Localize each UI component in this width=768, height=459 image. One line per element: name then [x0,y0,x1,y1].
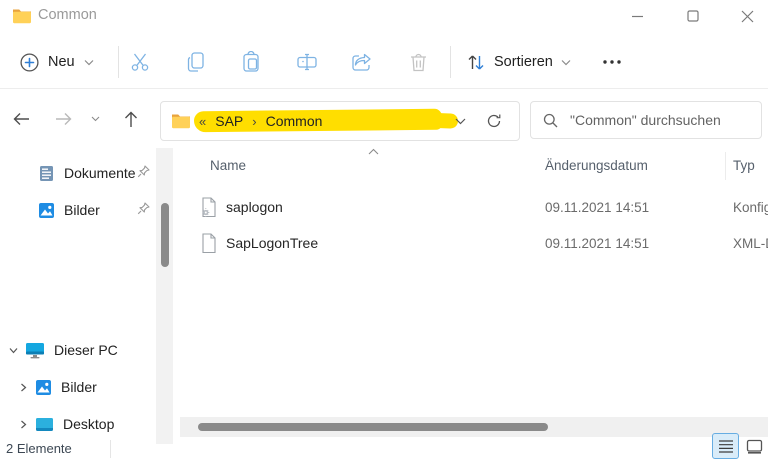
file-modified-date: 09.11.2021 14:51 [545,235,650,251]
picture-icon [38,202,55,219]
toolbar-separator [450,46,451,78]
rename-button[interactable] [290,46,324,78]
refresh-icon[interactable] [481,109,507,133]
share-icon [351,52,373,72]
sidebar-item-bilder-tree[interactable]: Bilder [18,374,168,400]
chevron-right-icon[interactable] [18,382,29,393]
sidebar-item-dieser-pc[interactable]: Dieser PC [8,337,168,363]
sort-ascending-caret-icon [368,148,379,155]
delete-button[interactable] [401,46,435,78]
chevron-down-icon [561,59,571,66]
toolbar: Neu Sortieren [0,38,768,89]
breadcrumb-collapse-chevrons[interactable]: « [199,114,206,129]
rename-icon [296,52,318,72]
computer-icon [25,342,45,359]
back-button[interactable] [6,104,36,134]
file-name: saplogon [226,199,283,215]
sidebar-item-label: Bilder [61,379,97,395]
file-row-saplogon[interactable]: saplogon 09.11.2021 14:51 Konfig [188,190,768,224]
folder-icon [12,7,32,24]
chevron-down-icon[interactable] [8,345,19,356]
breadcrumb-segment-common[interactable]: Common [266,113,323,129]
file-list: Name Änderungsdatum Typ saplogon 09.11.2… [180,148,768,438]
up-button[interactable] [116,104,146,134]
search-input[interactable] [568,111,753,129]
column-header-name[interactable]: Name [210,158,246,173]
sidebar-item-desktop[interactable]: Desktop [18,411,168,437]
picture-icon [35,379,52,396]
xml-file-icon [200,232,217,254]
folder-icon [171,112,191,129]
forward-button[interactable] [48,104,78,134]
new-button[interactable]: Neu [10,44,104,80]
navigation-bar: « SAP › Common [0,94,768,146]
address-bar[interactable]: « SAP › Common [160,101,520,141]
config-file-icon [200,196,217,218]
status-bar: 2 Elemente [0,433,768,459]
chevron-down-icon [84,59,94,66]
details-view-button[interactable] [712,433,739,459]
details-view-icon [718,439,734,453]
sort-button[interactable]: Sortieren [458,44,579,80]
recent-locations-chevron[interactable] [84,104,106,134]
cut-icon [129,51,151,73]
search-icon [543,113,558,128]
more-options-button[interactable] [592,46,632,78]
ellipsis-icon [603,60,621,64]
file-type: XML-D [733,235,768,251]
minimize-button[interactable] [614,0,660,32]
file-name: SapLogonTree [226,235,319,251]
plus-circle-icon [20,52,39,72]
column-header-modified[interactable]: Änderungsdatum [545,158,648,173]
sidebar-item-label: Bilder [64,202,100,218]
search-box[interactable] [530,101,762,139]
titlebar: Common [0,0,768,32]
copy-button[interactable] [179,46,213,78]
sort-button-label: Sortieren [494,54,553,70]
sidebar: Dokumente Bilder Dieser PC Bilder Deskto… [0,148,178,444]
sidebar-scrollbar-thumb[interactable] [161,203,169,267]
sort-icon [466,53,486,72]
sidebar-item-label: Desktop [63,416,115,432]
paste-icon [241,51,261,73]
horizontal-scrollbar[interactable] [180,417,768,437]
sidebar-item-label: Dokumente [64,165,136,181]
trash-icon [409,52,428,73]
column-divider[interactable] [725,152,726,180]
file-type: Konfig [733,199,768,215]
status-separator [110,440,111,458]
pin-icon [137,202,150,215]
new-button-label: Neu [48,54,75,70]
pin-icon [137,165,150,178]
breadcrumb-separator-icon: › [252,113,257,129]
item-count: 2 Elemente [6,441,72,456]
file-explorer-window: Common Neu Sortieren « SAP › Common "Com… [0,0,768,459]
address-dropdown-chevron[interactable] [448,110,472,132]
file-modified-date: 09.11.2021 14:51 [545,199,650,215]
cut-button[interactable] [123,46,157,78]
sidebar-scrollbar[interactable] [156,148,173,444]
copy-icon [186,51,206,73]
chevron-right-icon[interactable] [18,419,29,430]
large-icons-view-button[interactable] [741,433,768,459]
large-icons-view-icon [746,439,763,454]
desktop-icon [35,417,54,432]
share-button[interactable] [345,46,379,78]
sidebar-item-label: Dieser PC [54,342,118,358]
breadcrumb: « SAP › Common [199,102,322,140]
toolbar-separator [118,46,119,78]
file-row-saplogontree[interactable]: SapLogonTree 09.11.2021 14:51 XML-D [188,226,768,260]
window-title: Common [38,7,97,23]
maximize-button[interactable] [670,0,716,32]
breadcrumb-segment-sap[interactable]: SAP [215,113,243,129]
horizontal-scrollbar-thumb[interactable] [198,423,548,431]
document-icon [38,165,55,182]
column-header-type[interactable]: Typ [733,158,755,173]
close-button[interactable] [726,0,768,32]
paste-button[interactable] [234,46,268,78]
